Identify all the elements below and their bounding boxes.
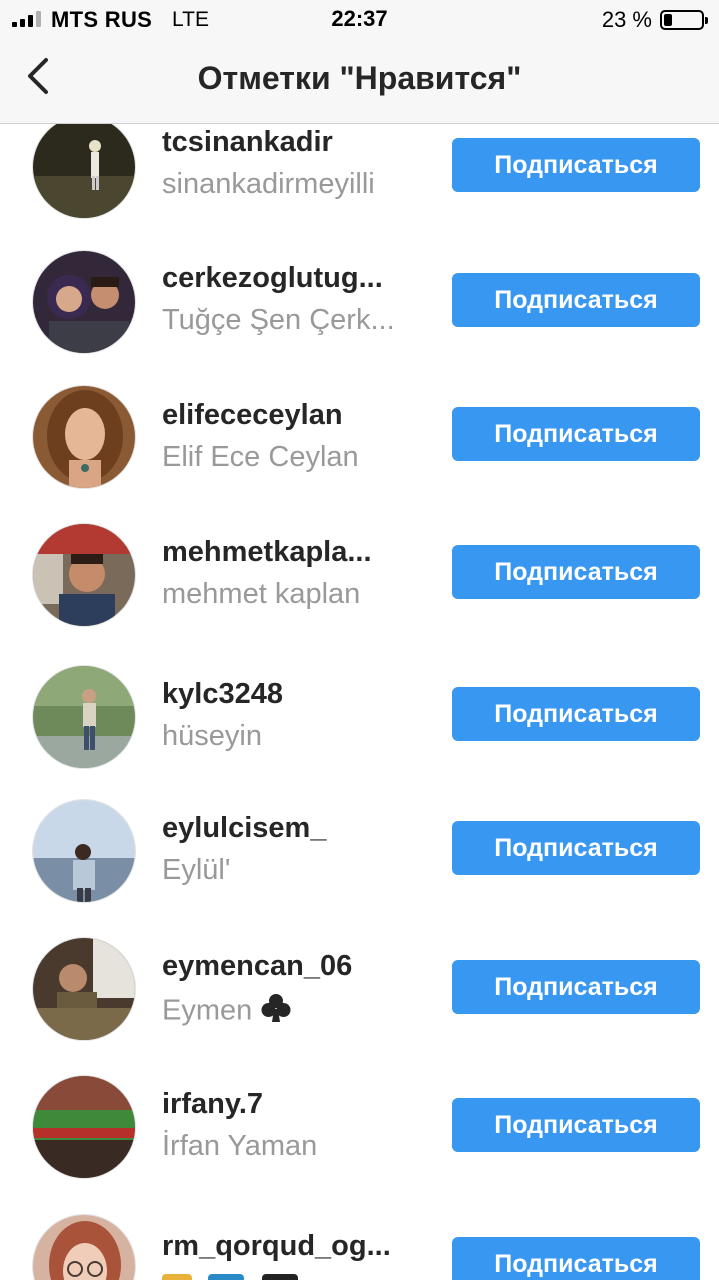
username[interactable]: tcsinankadir <box>162 126 333 159</box>
follow-button[interactable]: Подписаться <box>452 273 700 327</box>
list-item[interactable]: cerkezoglutug... Tuğçe Şen Çerk... Подпи… <box>0 248 719 358</box>
avatar[interactable] <box>32 937 136 1041</box>
username[interactable]: mehmetkapla... <box>162 536 372 569</box>
list-item[interactable]: elifececeylan Elif Ece Ceylan Подписатьс… <box>0 384 719 494</box>
list-item[interactable]: rm_qorqud_og... Подписаться <box>0 1212 719 1280</box>
emoji-icon <box>162 1274 192 1280</box>
navigation-bar: Отметки "Нравится" <box>0 40 719 124</box>
avatar[interactable] <box>32 250 136 354</box>
follow-button[interactable]: Подписаться <box>452 821 700 875</box>
avatar[interactable] <box>32 665 136 769</box>
avatar[interactable] <box>32 799 136 903</box>
full-name <box>162 1272 299 1280</box>
username[interactable]: elifececeylan <box>162 399 343 432</box>
page-title: Отметки "Нравится" <box>197 60 522 96</box>
username[interactable]: rm_qorqud_og... <box>162 1230 391 1263</box>
status-bar: MTS RUS LTE 22:37 23 % <box>0 0 719 40</box>
full-name: İrfan Yaman <box>162 1130 318 1162</box>
list-item[interactable]: eymencan_06 Eymen Подписаться <box>0 934 719 1044</box>
full-name: hüseyin <box>162 720 262 752</box>
full-name: Eymen <box>162 992 292 1032</box>
username[interactable]: cerkezoglutug... <box>162 262 383 295</box>
follow-button[interactable]: Подписаться <box>452 960 700 1014</box>
full-name: sinankadirmeyilli <box>162 168 375 200</box>
avatar[interactable] <box>32 1214 136 1280</box>
follow-button[interactable]: Подписаться <box>452 687 700 741</box>
username[interactable]: eylulcisem_ <box>162 812 326 845</box>
username[interactable]: eymencan_06 <box>162 950 352 983</box>
full-name: Elif Ece Ceylan <box>162 441 359 473</box>
full-name: mehmet kaplan <box>162 578 361 610</box>
follow-button[interactable]: Подписаться <box>452 545 700 599</box>
username[interactable]: kylc3248 <box>162 678 283 711</box>
full-name: Tuğçe Şen Çerk... <box>162 304 395 336</box>
list-item[interactable]: mehmetkapla... mehmet kaplan Подписаться <box>0 520 719 630</box>
avatar[interactable] <box>32 124 136 219</box>
avatar[interactable] <box>32 1075 136 1179</box>
emoji-icon <box>262 1274 299 1280</box>
likes-list[interactable]: tcsinankadir sinankadirmeyilli Подписать… <box>0 124 719 1280</box>
follow-button[interactable]: Подписаться <box>452 407 700 461</box>
username[interactable]: irfany.7 <box>162 1088 263 1121</box>
list-item[interactable]: irfany.7 İrfan Yaman Подписаться <box>0 1072 719 1182</box>
avatar[interactable] <box>32 385 136 489</box>
list-item[interactable]: eylulcisem_ Eylül' Подписаться <box>0 796 719 906</box>
follow-button[interactable]: Подписаться <box>452 138 700 192</box>
avatar[interactable] <box>32 523 136 627</box>
list-item[interactable]: kylc3248 hüseyin Подписаться <box>0 662 719 772</box>
battery-icon <box>660 10 708 30</box>
club-suit-icon <box>260 992 292 1032</box>
full-name: Eylül' <box>162 854 231 886</box>
emoji-icon <box>208 1274 245 1280</box>
battery-percentage: 23 % <box>601 7 652 32</box>
follow-button[interactable]: Подписаться <box>452 1098 700 1152</box>
list-item[interactable]: tcsinankadir sinankadirmeyilli Подписать… <box>0 124 719 228</box>
follow-button[interactable]: Подписаться <box>452 1237 700 1280</box>
